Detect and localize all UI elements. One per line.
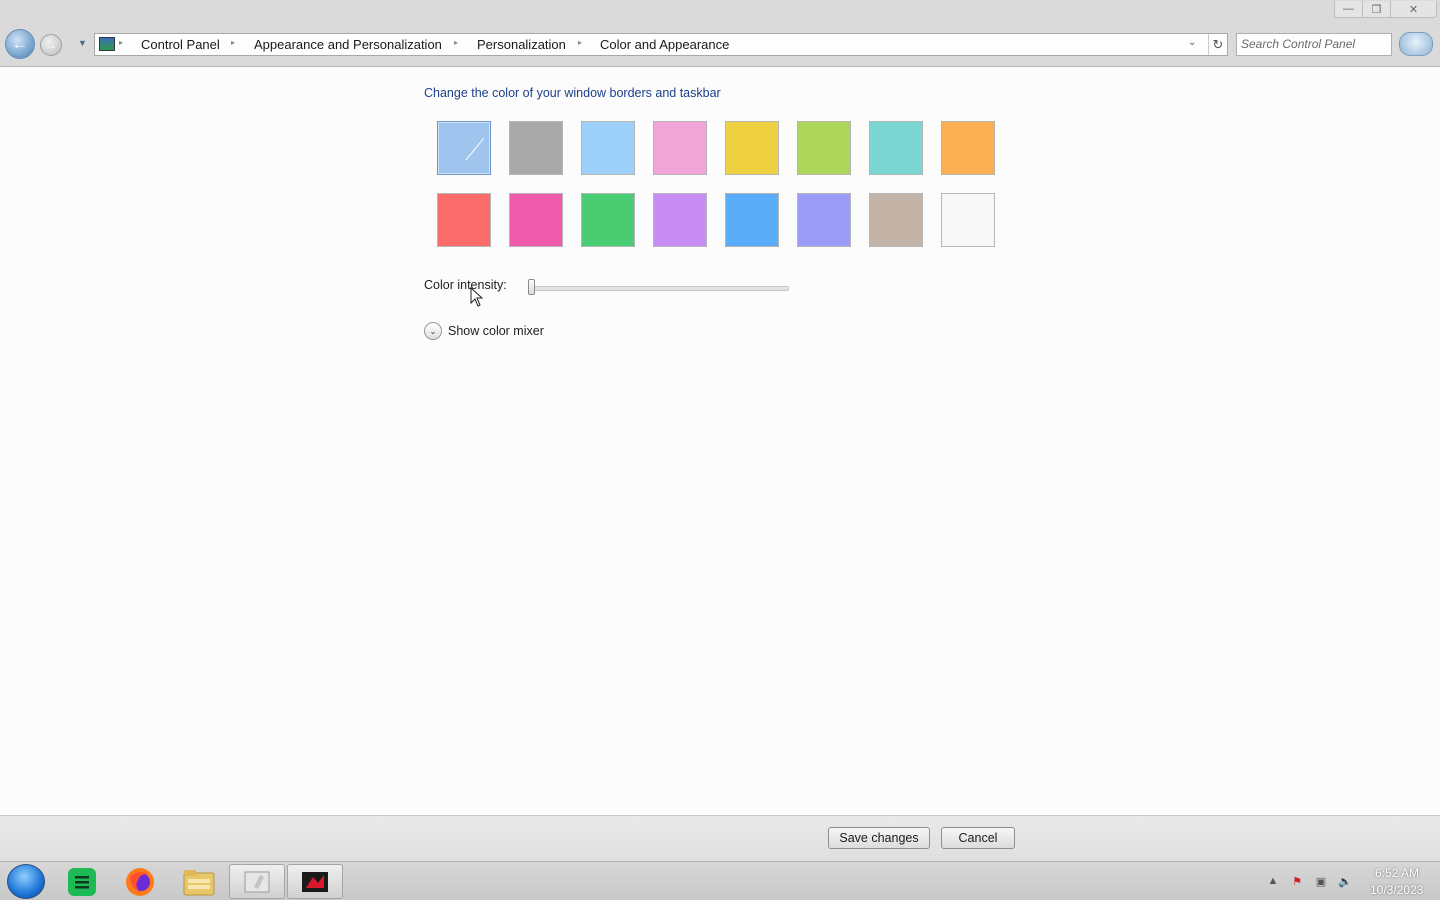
color-swatch-lime[interactable] bbox=[797, 121, 851, 175]
breadcrumb-separator-icon[interactable]: ▸ bbox=[231, 38, 235, 47]
color-intensity-label: Color intensity: bbox=[424, 278, 507, 292]
taskbar-app-spotify[interactable] bbox=[54, 864, 110, 899]
help-globe-icon[interactable] bbox=[1399, 32, 1433, 56]
color-swatch-teal[interactable] bbox=[869, 121, 923, 175]
taskbar-app-file-explorer[interactable] bbox=[171, 864, 227, 899]
taskbar-app-personalization[interactable] bbox=[229, 864, 285, 899]
address-history-button[interactable]: ⌄ bbox=[1188, 37, 1196, 48]
back-button[interactable]: ← bbox=[5, 29, 35, 59]
show-color-mixer-label[interactable]: Show color mixer bbox=[448, 324, 544, 338]
clock-time[interactable]: 6:52 AM bbox=[1375, 866, 1419, 880]
media-app-icon bbox=[302, 871, 328, 892]
color-swatch-gold[interactable] bbox=[725, 121, 779, 175]
breadcrumb-appearance-personalization[interactable]: Appearance and Personalization bbox=[254, 37, 442, 52]
volume-icon[interactable]: 🔈 bbox=[1338, 874, 1352, 888]
network-icon[interactable]: ▣ bbox=[1314, 874, 1328, 888]
firefox-icon bbox=[126, 867, 154, 896]
taskbar: ▲ ⚑ ▣ 🔈 6:52 AM 10/3/2023 bbox=[0, 861, 1440, 900]
mouse-pointer-icon bbox=[470, 287, 484, 307]
folder-icon bbox=[183, 869, 215, 895]
cancel-button[interactable]: Cancel bbox=[941, 827, 1015, 849]
search-box[interactable] bbox=[1236, 33, 1393, 56]
main-content: Change the color of your window borders … bbox=[0, 67, 1440, 815]
forward-arrow-icon: → bbox=[45, 38, 57, 52]
color-swatch-blush[interactable] bbox=[653, 121, 707, 175]
color-swatch-chocolate[interactable] bbox=[869, 193, 923, 247]
clock-date[interactable]: 10/3/2023 bbox=[1370, 883, 1423, 897]
refresh-button[interactable]: ↻ bbox=[1208, 34, 1227, 55]
navigation-bar: ← → ▼ ▸ Control Panel ▸ Appearance and P… bbox=[0, 22, 1440, 67]
breadcrumb-separator-icon[interactable]: ▸ bbox=[578, 38, 582, 47]
address-bar[interactable]: ▸ Control Panel ▸ Appearance and Persona… bbox=[94, 33, 1228, 56]
taskbar-app-media[interactable] bbox=[287, 864, 343, 899]
chevron-down-icon: ⌄ bbox=[1188, 37, 1197, 48]
breadcrumb-separator-icon[interactable]: ▸ bbox=[454, 38, 458, 47]
color-swatch-slate[interactable] bbox=[509, 121, 563, 175]
breadcrumb-personalization[interactable]: Personalization bbox=[477, 37, 566, 52]
minimize-button[interactable]: — bbox=[1334, 1, 1363, 18]
page-heading: Change the color of your window borders … bbox=[424, 86, 721, 100]
color-swatch-tangerine[interactable] bbox=[941, 121, 995, 175]
color-swatch-lake[interactable] bbox=[725, 193, 779, 247]
recent-pages-button[interactable]: ▼ bbox=[78, 38, 90, 50]
close-icon: ✕ bbox=[1408, 3, 1419, 16]
color-palette-icon bbox=[465, 137, 484, 161]
forward-button[interactable]: → bbox=[40, 34, 62, 56]
action-center-flag-icon[interactable]: ⚑ bbox=[1290, 874, 1304, 888]
window-icon bbox=[244, 871, 270, 892]
color-swatch-leaf[interactable] bbox=[581, 193, 635, 247]
back-arrow-icon: ← bbox=[11, 34, 29, 53]
chevron-down-icon: ▼ bbox=[78, 38, 87, 48]
color-swatch-fuchsia[interactable] bbox=[509, 193, 563, 247]
breadcrumb-separator-icon: ▸ bbox=[119, 38, 124, 47]
close-button[interactable]: ✕ bbox=[1390, 1, 1437, 18]
breadcrumb-control-panel[interactable]: Control Panel bbox=[141, 37, 220, 52]
color-swatch-frost[interactable] bbox=[941, 193, 995, 247]
search-input[interactable] bbox=[1237, 34, 1393, 53]
refresh-icon: ↻ bbox=[1212, 36, 1224, 52]
color-swatch-violet[interactable] bbox=[653, 193, 707, 247]
spotify-icon bbox=[68, 867, 96, 896]
taskbar-app-firefox[interactable] bbox=[112, 864, 168, 899]
color-swatch-sky[interactable] bbox=[581, 121, 635, 175]
show-hidden-icons-button[interactable]: ▲ bbox=[1266, 874, 1280, 888]
color-swatch-custom[interactable] bbox=[437, 121, 491, 175]
control-panel-icon bbox=[99, 37, 115, 51]
window-title-bar: — ❐ ✕ bbox=[0, 0, 1440, 22]
color-intensity-slider-thumb[interactable] bbox=[528, 279, 535, 295]
dialog-button-bar: Save changes Cancel bbox=[0, 815, 1440, 862]
save-changes-button[interactable]: Save changes bbox=[828, 827, 930, 849]
color-intensity-slider[interactable] bbox=[530, 286, 789, 291]
chevron-down-icon[interactable]: ⌄ bbox=[424, 322, 442, 340]
maximize-button[interactable]: ❐ bbox=[1362, 1, 1391, 18]
start-button[interactable] bbox=[7, 864, 45, 899]
show-color-mixer-toggle[interactable]: ⌄ Show color mixer bbox=[424, 322, 544, 340]
minimize-icon: — bbox=[1343, 3, 1354, 15]
breadcrumb-color-appearance[interactable]: Color and Appearance bbox=[600, 37, 729, 52]
restore-icon: ❐ bbox=[1371, 3, 1382, 16]
color-swatch-twilight[interactable] bbox=[797, 193, 851, 247]
color-swatch-ruby[interactable] bbox=[437, 193, 491, 247]
